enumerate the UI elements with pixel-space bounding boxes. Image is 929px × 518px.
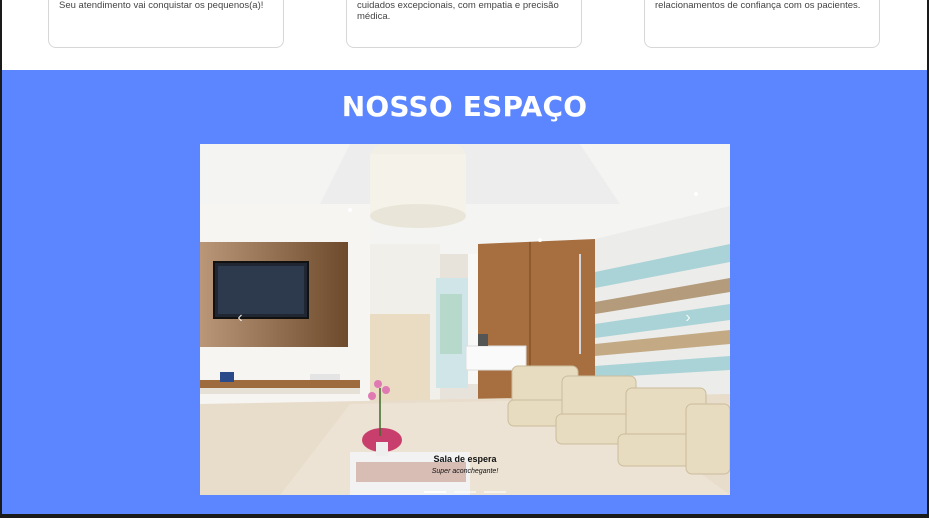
our-space-section: NOSSO ESPAÇO ‹ › Sala de espera Super ac…	[2, 70, 927, 514]
caption-subtitle: Super aconchegante!	[431, 468, 499, 475]
carousel-prev-button[interactable]: ‹	[228, 306, 252, 330]
carousel-indicator[interactable]	[484, 491, 507, 493]
waiting-room-photo	[200, 144, 730, 495]
feature-card-text: relacionamentos de confiança com os paci…	[655, 0, 861, 11]
image-carousel[interactable]: ‹ › Sala de espera Super aconchegante!	[200, 144, 730, 495]
carousel-indicators	[200, 480, 730, 493]
carousel-next-button[interactable]: ›	[676, 306, 700, 330]
chevron-right-icon: ›	[685, 309, 691, 326]
carousel-indicator[interactable]	[454, 491, 476, 493]
carousel-caption: Sala de espera Super aconchegante!	[200, 454, 730, 475]
section-title: NOSSO ESPAÇO	[341, 90, 588, 123]
feature-card-text: cuidados excepcionais, com empatia e pre…	[357, 0, 559, 22]
feature-cards-row: Seu atendimento vai conquistar os pequen…	[2, 0, 927, 70]
feature-card-text: Seu atendimento vai conquistar os pequen…	[59, 0, 264, 11]
chevron-left-icon: ‹	[237, 309, 243, 326]
caption-title: Sala de espera	[433, 454, 497, 464]
page: Seu atendimento vai conquistar os pequen…	[2, 0, 927, 514]
feature-card: relacionamentos de confiança com os paci…	[644, 0, 880, 48]
feature-card: Seu atendimento vai conquistar os pequen…	[48, 0, 284, 48]
carousel-indicator[interactable]	[423, 491, 446, 493]
feature-card: cuidados excepcionais, com empatia e pre…	[346, 0, 582, 48]
